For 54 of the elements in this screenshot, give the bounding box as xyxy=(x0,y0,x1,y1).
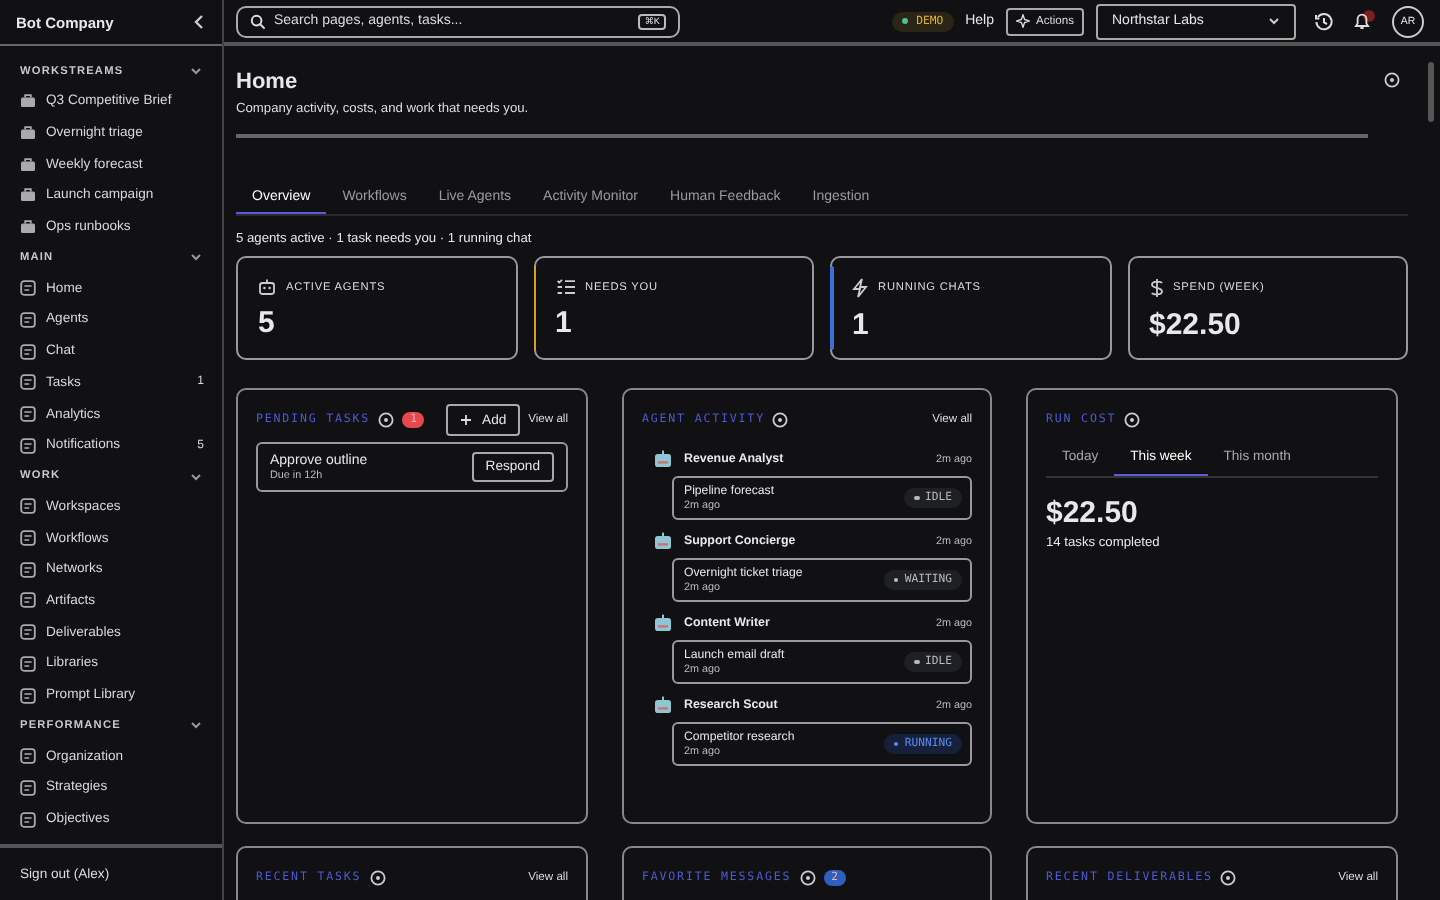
help-icon[interactable] xyxy=(799,870,816,886)
briefcase-icon xyxy=(20,157,36,172)
page-icon xyxy=(20,624,36,641)
robot-icon xyxy=(258,278,276,296)
page-title: Home xyxy=(236,70,300,94)
page-icon xyxy=(20,437,36,454)
stat-value: 1 xyxy=(852,308,871,342)
robot-icon xyxy=(654,614,672,632)
briefcase-icon xyxy=(20,94,36,109)
chevron-icon[interactable] xyxy=(190,471,202,482)
lightning-icon xyxy=(852,278,868,298)
help-icon[interactable] xyxy=(1384,72,1400,88)
robot-icon xyxy=(654,532,672,550)
bell-icon[interactable] xyxy=(1352,10,1376,32)
robot-icon xyxy=(654,450,672,468)
page-icon xyxy=(20,561,36,578)
page-icon xyxy=(20,343,36,360)
page-icon xyxy=(20,530,36,547)
help-icon[interactable] xyxy=(378,412,395,428)
briefcase-icon xyxy=(20,126,36,141)
page-icon xyxy=(20,748,36,765)
briefcase-icon xyxy=(20,220,36,235)
scrollbar-thumb[interactable] xyxy=(1428,62,1434,122)
page-icon xyxy=(20,811,36,828)
page-icon xyxy=(20,406,36,423)
dollar-icon xyxy=(1149,278,1163,298)
collapse-icon[interactable] xyxy=(192,14,206,30)
plus-icon xyxy=(460,414,473,426)
briefcase-icon xyxy=(20,188,36,203)
stat-value: $22.50 xyxy=(1149,308,1243,342)
chevron-icon[interactable] xyxy=(190,252,202,263)
page-icon xyxy=(20,592,36,609)
help-icon[interactable] xyxy=(1124,412,1141,428)
help-icon[interactable] xyxy=(772,412,789,428)
page-icon xyxy=(20,779,36,796)
help-icon[interactable] xyxy=(1220,870,1237,886)
stat-value: 1 xyxy=(555,306,574,340)
history-icon[interactable] xyxy=(1314,11,1334,31)
page-icon xyxy=(20,311,36,328)
checklist-icon xyxy=(555,278,575,296)
page-icon xyxy=(20,687,36,704)
page-icon xyxy=(20,280,36,297)
help-icon[interactable] xyxy=(369,870,386,886)
cost-amount: $22.50 xyxy=(1046,496,1140,530)
chevron-icon[interactable] xyxy=(190,720,202,731)
page-icon xyxy=(20,498,36,515)
robot-icon xyxy=(654,696,672,714)
search-icon xyxy=(250,13,266,29)
sparkle-icon xyxy=(1015,14,1030,28)
page-icon xyxy=(20,655,36,672)
page-icon xyxy=(20,374,36,391)
chevron-icon xyxy=(1268,16,1280,26)
chevron-icon[interactable] xyxy=(190,66,202,76)
stat-value: 5 xyxy=(258,306,277,340)
